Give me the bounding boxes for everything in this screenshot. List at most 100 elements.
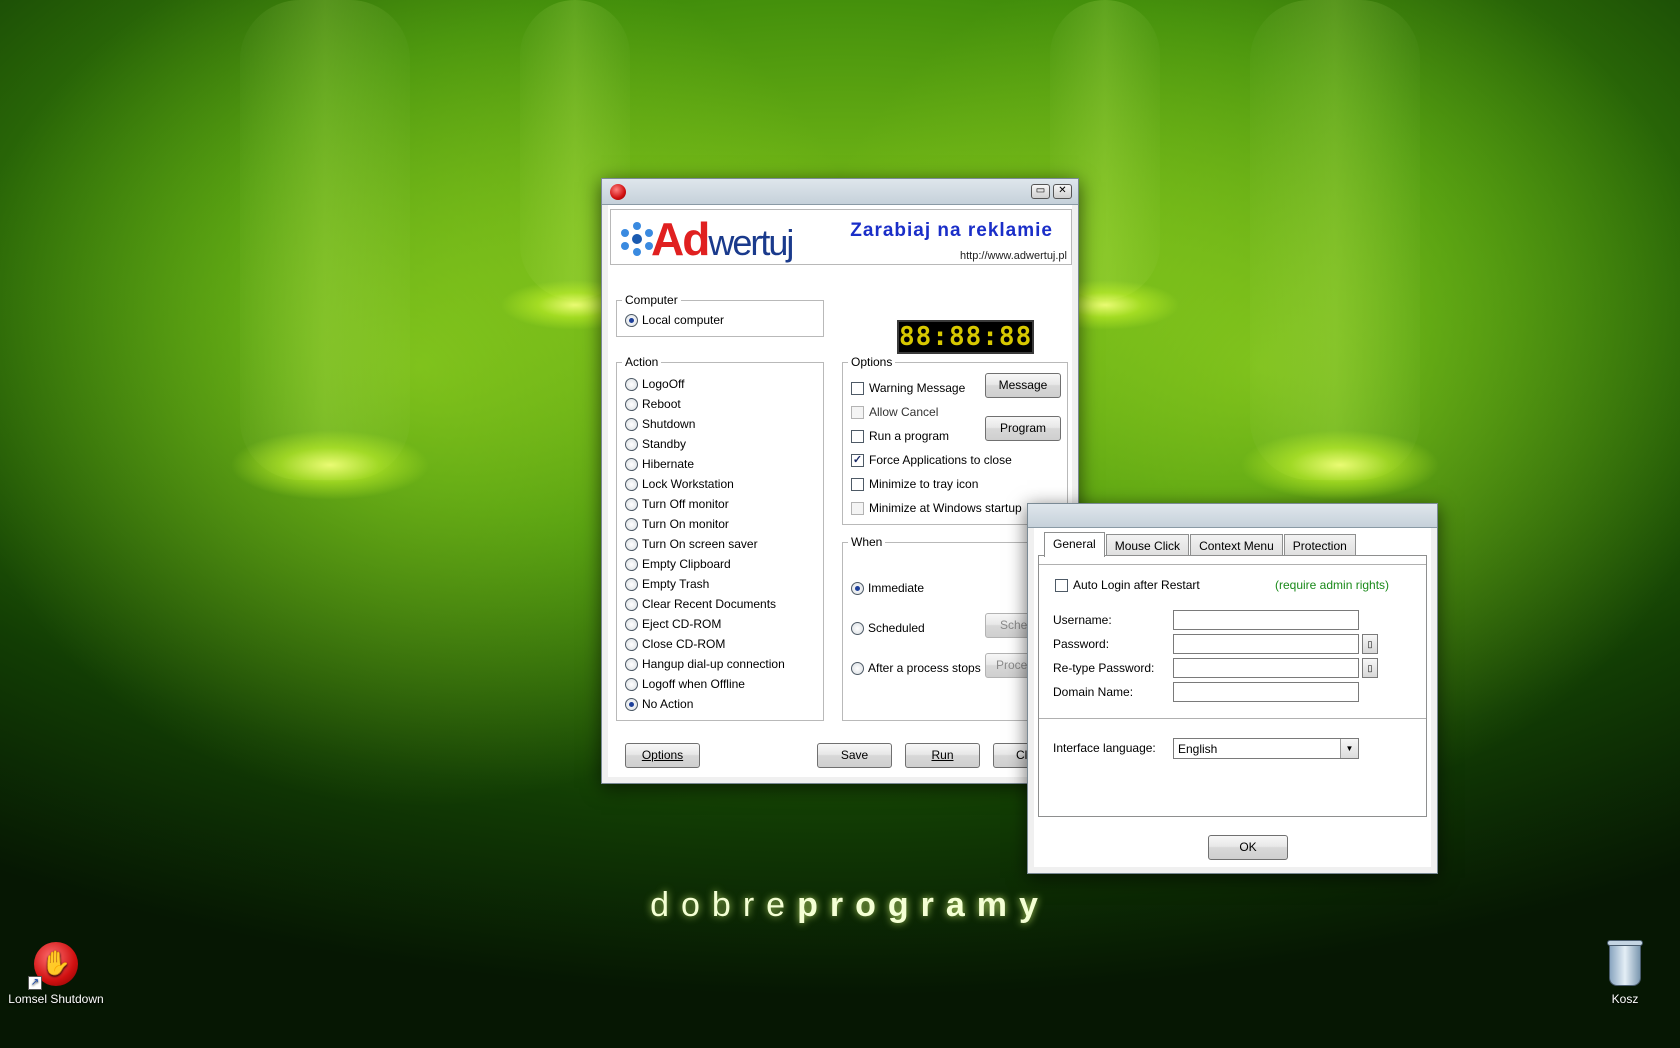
check-run-program[interactable]: Run a program [851,427,949,445]
radio-immediate[interactable]: Immediate [851,579,924,597]
program-button[interactable]: Program [985,416,1061,441]
radio-action-shutdown[interactable]: Shutdown [625,415,695,433]
radio-button[interactable] [625,313,638,327]
radio-label: Immediate [868,581,925,595]
retype-password-input[interactable] [1173,658,1359,678]
domain-label: Domain Name: [1053,685,1134,699]
radio-action-reboot[interactable]: Reboot [625,395,681,413]
checkbox-checked[interactable]: ✓ [851,453,864,467]
tab-protection[interactable]: Protection [1283,534,1356,557]
desktop-icon-lomsel-shutdown[interactable]: ✋ ↗ Lomsel Shutdown [4,942,108,1006]
check-allow-cancel[interactable]: Allow Cancel [851,403,938,421]
save-button[interactable]: Save [817,743,892,768]
check-auto-login[interactable]: Auto Login after Restart [1055,576,1200,594]
checkbox-label: Minimize to tray icon [869,477,979,491]
radio-button[interactable] [625,477,638,491]
radio-button[interactable] [625,437,638,451]
radio-action-turn-on-monitor[interactable]: Turn On monitor [625,515,729,533]
radio-label: Hangup dial-up connection [642,657,785,671]
radio-label: Empty Trash [642,577,710,591]
radio-button[interactable] [625,617,638,631]
shortcut-arrow-icon: ↗ [28,976,42,990]
check-warning-message[interactable]: Warning Message [851,379,965,397]
radio-action-eject-cd-rom[interactable]: Eject CD-ROM [625,615,721,633]
radio-action-logoff-when-offline[interactable]: Logoff when Offline [625,675,745,693]
checkbox[interactable] [851,381,864,395]
radio-action-hibernate[interactable]: Hibernate [625,455,694,473]
desktop-icon-recycle-bin[interactable]: Kosz [1590,940,1660,1006]
checkbox[interactable] [851,429,864,443]
ok-button[interactable]: OK [1208,835,1288,860]
check-force-close[interactable]: ✓ Force Applications to close [851,451,1012,469]
tab-mouse-click[interactable]: Mouse Click [1105,534,1190,557]
reveal-retype-button[interactable]: ▯ [1362,658,1378,678]
radio-button[interactable] [851,581,864,595]
radio-local-computer[interactable]: Local computer [625,311,724,329]
radio-action-empty-trash[interactable]: Empty Trash [625,575,709,593]
radio-button[interactable] [625,537,638,551]
close-window-button[interactable]: ✕ [1053,184,1072,199]
radio-after-process[interactable]: After a process stops [851,659,981,677]
run-button[interactable]: Run [905,743,980,768]
checkbox-label: Force Applications to close [869,453,1012,467]
radio-label: Turn On screen saver [642,537,758,551]
chevron-down-icon[interactable]: ▼ [1340,739,1358,758]
stop-hand-icon: ✋ ↗ [28,942,78,990]
radio-action-hangup-dial-up-connection[interactable]: Hangup dial-up connection [625,655,785,673]
radio-button[interactable] [625,517,638,531]
tab-context-menu[interactable]: Context Menu [1190,534,1283,557]
radio-button[interactable] [625,637,638,651]
radio-action-clear-recent-documents[interactable]: Clear Recent Documents [625,595,776,613]
radio-action-logooff[interactable]: LogoOff [625,375,684,393]
radio-button[interactable] [851,621,864,635]
password-input[interactable] [1173,634,1359,654]
radio-action-close-cd-rom[interactable]: Close CD-ROM [625,635,725,653]
radio-button[interactable] [851,661,864,675]
check-minimize-startup[interactable]: Minimize at Windows startup [851,499,1022,517]
language-select[interactable]: English ▼ [1173,738,1359,759]
radio-scheduled[interactable]: Scheduled [851,619,925,637]
divider [1039,718,1426,719]
message-button[interactable]: Message [985,373,1061,398]
radio-action-turn-off-monitor[interactable]: Turn Off monitor [625,495,729,513]
radio-button[interactable] [625,577,638,591]
radio-label: LogoOff [642,377,685,391]
radio-button[interactable] [625,597,638,611]
check-minimize-tray[interactable]: Minimize to tray icon [851,475,978,493]
radio-action-lock-workstation[interactable]: Lock Workstation [625,475,734,493]
radio-button[interactable] [625,417,638,431]
options-dialog-titlebar[interactable] [1028,504,1437,528]
minimize-button[interactable]: ▭ [1031,184,1050,199]
radio-label: Lock Workstation [642,477,734,491]
options-button[interactable]: Options [625,743,700,768]
reveal-password-button[interactable]: ▯ [1362,634,1378,654]
checkbox[interactable] [851,501,864,515]
radio-button[interactable] [625,557,638,571]
radio-button[interactable] [625,457,638,471]
radio-button[interactable] [625,677,638,691]
options-legend: Options [851,355,893,369]
divider [1039,564,1426,565]
radio-action-standby[interactable]: Standby [625,435,686,453]
radio-button[interactable] [625,397,638,411]
radio-button[interactable] [625,697,638,711]
radio-button[interactable] [625,497,638,511]
domain-input[interactable] [1173,682,1359,702]
checkbox[interactable] [851,405,864,419]
radio-label: Hibernate [642,457,695,471]
checkbox[interactable] [851,477,864,491]
radio-action-empty-clipboard[interactable]: Empty Clipboard [625,555,731,573]
username-input[interactable] [1173,610,1359,630]
radio-action-turn-on-screen-saver[interactable]: Turn On screen saver [625,535,758,553]
tab-general[interactable]: General [1044,532,1105,557]
main-window-titlebar[interactable]: ▭ ✕ [602,179,1078,205]
banner-slogan: Zarabiaj na reklamie [850,220,1053,241]
radio-action-no-action[interactable]: No Action [625,695,693,713]
banner-url[interactable]: http://www.adwertuj.pl [960,250,1067,262]
ad-banner[interactable]: Adwertuj Zarabiaj na reklamie http://www… [610,209,1072,265]
radio-button[interactable] [625,377,638,391]
wallpaper-tube [1250,0,1420,480]
radio-button[interactable] [625,657,638,671]
checkbox[interactable] [1055,578,1068,592]
radio-label: Logoff when Offline [642,677,745,691]
